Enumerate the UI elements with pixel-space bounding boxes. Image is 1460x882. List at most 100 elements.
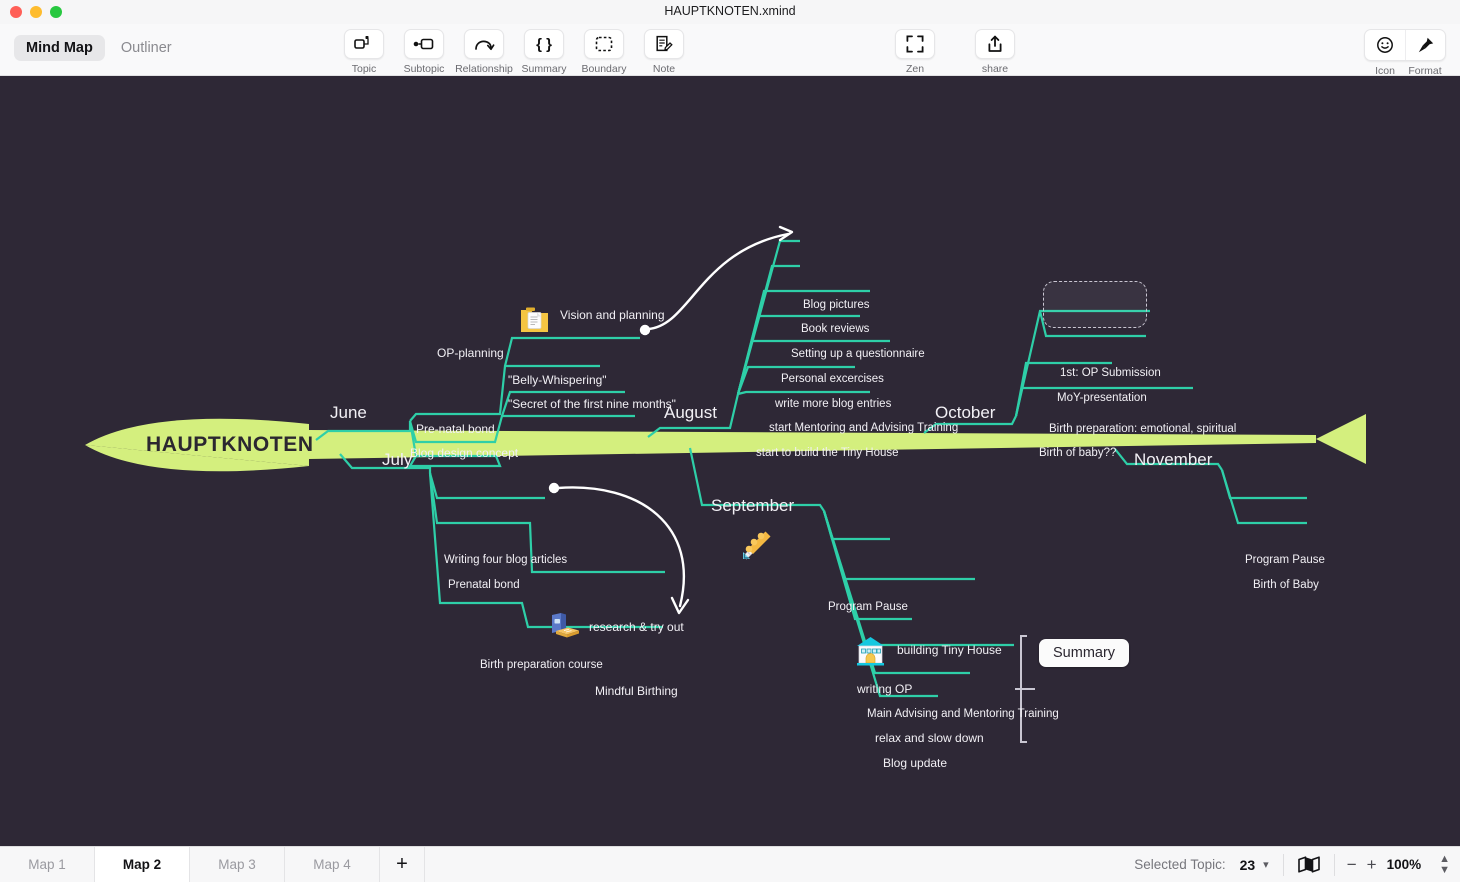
summary-button[interactable]: { } Summary [514, 29, 574, 75]
topic-blog-design-concept[interactable]: Blog design concept [410, 446, 518, 460]
topic-op-submission[interactable]: 1st: OP Submission [1060, 367, 1161, 379]
mindmap-graphics [0, 76, 1460, 846]
summary-bracket [1015, 636, 1035, 742]
share-button[interactable]: share [965, 29, 1025, 75]
zoom-out-button[interactable]: − [1347, 855, 1357, 875]
topic-writing-four-blog-articles[interactable]: Writing four blog articles [444, 554, 567, 566]
branch-label-october[interactable]: October [935, 403, 995, 423]
topic-building-tiny-house[interactable]: building Tiny House [897, 643, 1002, 657]
note-label: Note [653, 63, 675, 75]
add-sheet-button[interactable]: + [380, 847, 425, 882]
summary-icon: { } [524, 29, 564, 59]
topic-writing-op[interactable]: writing OP [857, 682, 912, 696]
chevron-down-icon[interactable]: ▾ [1263, 858, 1269, 871]
topic-prenatal-bond[interactable]: Prenatal bond [448, 579, 520, 591]
pencil-ruler-icon [743, 532, 771, 560]
map-icon [1298, 856, 1320, 873]
branch-label-july[interactable]: July [382, 450, 412, 470]
topic-birth-preparation-course[interactable]: Birth preparation course [480, 659, 603, 671]
selected-topic-label: Selected Topic: [1134, 857, 1225, 872]
share-icon [975, 29, 1015, 59]
boundary-button[interactable]: Boundary [574, 29, 634, 75]
topic-moy-presentation[interactable]: MoY-presentation [1057, 392, 1147, 404]
boundary-label: Boundary [582, 63, 627, 75]
branch-september [690, 448, 1014, 696]
topic-personal-excercises[interactable]: Personal excercises [781, 373, 884, 385]
folder-document-icon [521, 308, 548, 333]
title-bar: HAUPTKNOTEN.xmind [0, 0, 1460, 24]
zoom-controls: − + 100% ▲▼ [1335, 854, 1450, 876]
relationship-label: Relationship [455, 63, 513, 75]
sheet-tab-map-4[interactable]: Map 4 [285, 847, 380, 882]
tab-outliner[interactable]: Outliner [109, 35, 184, 61]
topic-setting-up-questionnaire[interactable]: Setting up a questionnaire [791, 348, 925, 360]
sheet-tab-map-3[interactable]: Map 3 [190, 847, 285, 882]
tab-mind-map[interactable]: Mind Map [14, 35, 105, 61]
summary-topic[interactable]: Summary [1039, 639, 1129, 667]
sheet-tab-map-1[interactable]: Map 1 [0, 847, 95, 882]
zoom-level: 100% [1387, 857, 1422, 872]
subtopic-label: Subtopic [404, 63, 445, 75]
mindmap-canvas[interactable]: HAUPTKNOTEN June August October November… [0, 76, 1460, 846]
topic-pre-natal-bond[interactable]: Pre-natal bond [416, 422, 495, 436]
topic-icon [344, 29, 384, 59]
view-tools-group: Zen share [885, 29, 1025, 75]
sheet-tab-map-2[interactable]: Map 2 [95, 847, 190, 882]
topic-birth-preparation-emotional[interactable]: Birth preparation: emotional, spiritual [1049, 423, 1236, 435]
map-overview-button[interactable] [1284, 856, 1334, 873]
summary-label: Summary [522, 63, 567, 75]
topic-relax-slow-down[interactable]: relax and slow down [875, 731, 984, 745]
topic-op-planning[interactable]: OP-planning [437, 346, 504, 360]
topic-blog-pictures[interactable]: Blog pictures [803, 299, 869, 311]
topic-sep-program-pause[interactable]: Program Pause [828, 601, 908, 613]
relationship-lower[interactable] [549, 483, 688, 613]
view-mode-switch: Mind Map Outliner [14, 34, 184, 62]
note-icon [644, 29, 684, 59]
topic-birth-of-baby-q[interactable]: Birth of baby?? [1039, 447, 1116, 459]
format-panel-button[interactable] [1405, 30, 1445, 60]
topic-research-try-out[interactable]: research & try out [589, 620, 684, 634]
topic-mindful-birthing[interactable]: Mindful Birthing [595, 684, 678, 698]
books-icon [552, 613, 579, 638]
selected-topic-count: 23 [1240, 857, 1256, 873]
xmind-window: HAUPTKNOTEN.xmind Mind Map Outliner Topi… [0, 0, 1460, 882]
smiley-icon [1376, 36, 1394, 54]
panel-toggles-group: Icon Format [1364, 29, 1446, 77]
topic-start-mentoring-advising[interactable]: start Mentoring and Advising Training [769, 422, 958, 434]
toolbar: Mind Map Outliner Topic [0, 24, 1460, 76]
branch-label-november[interactable]: November [1134, 450, 1212, 470]
relationship-button[interactable]: Relationship [454, 29, 514, 75]
status-bar: Map 1 Map 2 Map 3 Map 4 + Selected Topic… [0, 846, 1460, 882]
topic-button[interactable]: Topic [334, 29, 394, 75]
pin-icon [1417, 36, 1435, 54]
topic-book-reviews[interactable]: Book reviews [801, 323, 869, 335]
boundary-icon [584, 29, 624, 59]
status-bar-right: Selected Topic: 23 ▾ − + 100% ▲▼ [1134, 847, 1460, 882]
zen-button[interactable]: Zen [885, 29, 945, 75]
insert-tools-group: Topic Subtopic [334, 29, 694, 75]
central-topic[interactable]: HAUPTKNOTEN [146, 433, 314, 457]
tiny-house-icon [857, 637, 884, 666]
zen-icon [895, 29, 935, 59]
topic-belly-whispering[interactable]: "Belly-Whispering" [508, 373, 607, 387]
zoom-stepper-icon[interactable]: ▲▼ [1439, 854, 1450, 876]
topic-nov-birth-of-baby[interactable]: Birth of Baby [1253, 579, 1319, 591]
note-button[interactable]: Note [634, 29, 694, 75]
icon-panel-button[interactable] [1365, 30, 1405, 60]
topic-nov-program-pause[interactable]: Program Pause [1245, 554, 1325, 566]
topic-vision-and-planning[interactable]: Vision and planning [560, 308, 665, 322]
subtopic-button[interactable]: Subtopic [394, 29, 454, 75]
topic-start-build-tiny-house[interactable]: start to build the Tiny House [756, 447, 899, 459]
topic-main-advising-mentoring[interactable]: Main Advising and Mentoring Training [867, 708, 1059, 720]
topic-blog-update[interactable]: Blog update [883, 756, 947, 770]
zen-label: Zen [906, 63, 924, 75]
window-title: HAUPTKNOTEN.xmind [0, 4, 1460, 18]
zoom-in-button[interactable]: + [1367, 855, 1377, 875]
svg-text:{ }: { } [536, 36, 552, 53]
share-label: share [982, 63, 1008, 75]
branch-label-june[interactable]: June [330, 403, 367, 423]
topic-write-more-blog-entries[interactable]: write more blog entries [775, 398, 891, 410]
branch-label-september[interactable]: September [711, 496, 794, 516]
topic-secret-first-nine-months[interactable]: "Secret of the first nine months" [508, 397, 676, 411]
boundary-op-submission[interactable] [1043, 281, 1147, 328]
